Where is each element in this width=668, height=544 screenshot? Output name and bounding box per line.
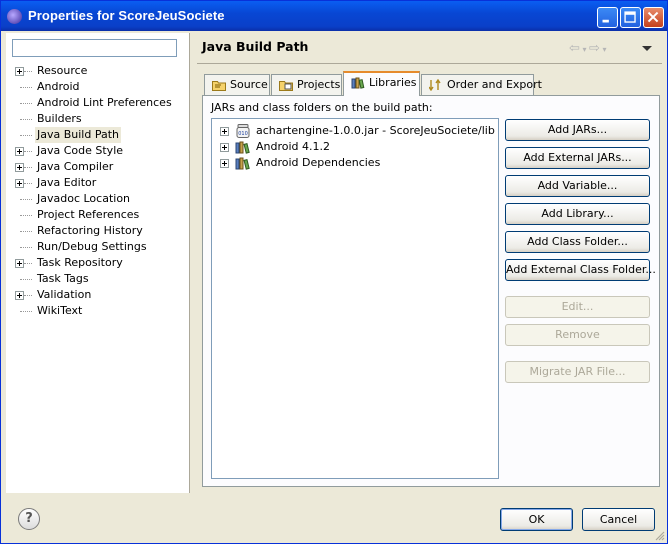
tree-item-label: Run/Debug Settings xyxy=(37,240,147,253)
tab-label: Libraries xyxy=(369,76,417,89)
filter-input[interactable] xyxy=(12,39,177,57)
add-class-folder-button[interactable]: Add Class Folder... xyxy=(505,231,650,253)
tree-item-label: Task Repository xyxy=(37,256,123,269)
add-external-jars-button[interactable]: Add External JARs... xyxy=(505,147,650,169)
back-arrow-icon[interactable]: ⇦ xyxy=(569,41,580,56)
projects-folder-icon xyxy=(279,81,293,91)
tree-item-label: Android Lint Preferences xyxy=(37,96,172,109)
tree-item-label: Builders xyxy=(37,112,82,125)
tab-label: Source xyxy=(230,78,268,91)
jar-icon: 010 xyxy=(236,124,250,138)
build-path-list-label: JARs and class folders on the build path… xyxy=(211,101,433,114)
tree-item-label: Resource xyxy=(37,64,88,77)
list-item-label: Android Dependencies xyxy=(256,156,381,169)
list-item-label: achartengine-1.0.0.jar - ScoreJeuSociete… xyxy=(256,124,495,137)
svg-text:010: 010 xyxy=(238,131,248,137)
expand-icon[interactable] xyxy=(15,67,24,76)
tree-item-label: Java Build Path xyxy=(35,127,122,143)
minimize-icon xyxy=(602,19,609,23)
list-item-label: Android 4.1.2 xyxy=(256,140,331,153)
tree-item-label: Android xyxy=(37,80,80,93)
expand-icon[interactable] xyxy=(220,143,229,152)
minimize-button[interactable] xyxy=(597,7,618,28)
edit-button[interactable]: Edit... xyxy=(505,296,650,318)
migrate-jar-button[interactable]: Migrate JAR File... xyxy=(505,361,650,383)
tree-item-label: Refactoring History xyxy=(37,224,143,237)
tree-item-label: Validation xyxy=(37,288,92,301)
tree-item-label: Java Code Style xyxy=(37,144,124,157)
tab-projects[interactable]: Projects xyxy=(271,74,342,95)
resize-grip-icon[interactable] xyxy=(653,529,665,541)
expand-icon[interactable] xyxy=(220,159,229,168)
tab-label: Order and Export xyxy=(447,78,542,91)
tab-order-and-export[interactable]: Order and Export xyxy=(421,74,542,95)
tab-source[interactable]: Source xyxy=(204,74,270,95)
properties-dialog: Properties for ScoreJeuSociete Resource … xyxy=(0,0,668,544)
forward-arrow-icon[interactable]: ⇨ xyxy=(589,41,600,56)
pane-sash[interactable] xyxy=(189,33,190,493)
maximize-button[interactable] xyxy=(620,7,641,28)
maximize-icon xyxy=(624,11,636,23)
close-icon xyxy=(647,11,659,23)
view-menu-icon[interactable] xyxy=(642,46,652,51)
order-export-icon xyxy=(429,79,441,91)
expand-icon[interactable] xyxy=(15,147,24,156)
tree-item-label: Project References xyxy=(37,208,140,221)
remove-button[interactable]: Remove xyxy=(505,324,650,346)
library-icon xyxy=(235,141,250,154)
tree-item-label: Java Compiler xyxy=(37,160,114,173)
window-title: Properties for ScoreJeuSociete xyxy=(28,8,225,23)
cancel-button[interactable]: Cancel xyxy=(582,508,655,531)
tree-item-label: Task Tags xyxy=(37,272,89,285)
add-jars-button[interactable]: Add JARs... xyxy=(505,119,650,141)
source-folder-icon xyxy=(212,81,226,91)
page-title: Java Build Path xyxy=(202,39,309,54)
tree-item-label: Javadoc Location xyxy=(37,192,131,205)
tree-item-label: Java Editor xyxy=(37,176,97,189)
add-variable-button[interactable]: Add Variable... xyxy=(505,175,650,197)
ok-button[interactable]: OK xyxy=(500,508,573,531)
eclipse-icon xyxy=(7,9,22,24)
expand-icon[interactable] xyxy=(220,127,229,136)
help-button[interactable]: ? xyxy=(18,508,40,530)
libraries-icon xyxy=(351,77,365,89)
build-path-list[interactable]: 010 achartengine-1.0.0.jar - ScoreJeuSoc… xyxy=(211,118,499,479)
expand-icon[interactable] xyxy=(15,291,24,300)
tab-libraries[interactable]: Libraries xyxy=(343,71,420,96)
library-icon xyxy=(235,157,250,170)
tab-label: Projects xyxy=(297,78,341,91)
header-separator xyxy=(197,63,662,64)
add-library-button[interactable]: Add Library... xyxy=(505,203,650,225)
title-bar[interactable]: Properties for ScoreJeuSociete xyxy=(1,1,667,31)
close-button[interactable] xyxy=(643,7,664,28)
expand-icon[interactable] xyxy=(15,163,24,172)
tree-item-label: WikiText xyxy=(37,304,83,317)
expand-icon[interactable] xyxy=(15,179,24,188)
expand-icon[interactable] xyxy=(15,259,24,268)
add-external-class-folder-button[interactable]: Add External Class Folder... xyxy=(505,259,656,281)
history-navigation: ⇦ ▾ ⇨ ▾ xyxy=(569,41,607,56)
